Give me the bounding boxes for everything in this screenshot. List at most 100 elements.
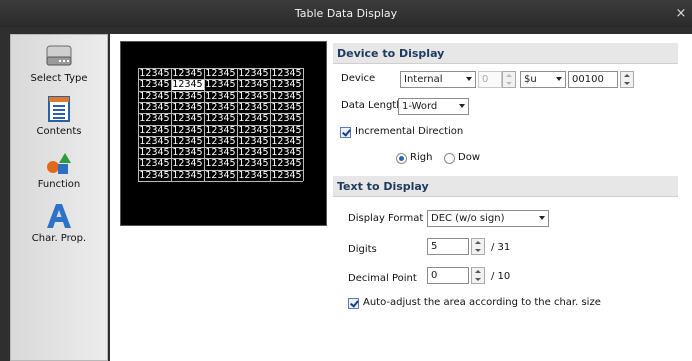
address-input[interactable]: 00100 (568, 71, 618, 88)
section-header-text: Text to Display (333, 176, 678, 197)
table-cell: 12345 (205, 169, 236, 181)
sidebar-item-select-type[interactable]: Select Type (11, 41, 107, 84)
grid-line (138, 124, 303, 126)
device-type-select[interactable]: Internal (400, 71, 476, 88)
sidebar-item-label: Function (37, 179, 81, 190)
digits-value: 5 (431, 241, 438, 252)
table-cell: 12345 (139, 158, 170, 170)
table-cell: 12345 (139, 124, 170, 136)
device-number-value: 0 (482, 74, 489, 85)
table-cell: 12345 (238, 169, 269, 181)
table-cell: 12345 (271, 124, 302, 136)
grid-line (138, 68, 303, 69)
close-icon[interactable]: × (674, 0, 688, 27)
grid-line (270, 68, 271, 181)
data-length-select[interactable]: 1-Word (398, 98, 469, 115)
table-cell: 12345 (139, 169, 170, 181)
table-cell: 12345 (139, 79, 170, 91)
down-arrow-icon (475, 278, 481, 281)
letter-a-icon (47, 204, 71, 228)
chevron-down-icon (556, 77, 562, 81)
auto-adjust-label: Auto-adjust the area according to the ch… (363, 297, 601, 308)
grid-line (138, 181, 303, 182)
table-cell: 12345 (172, 101, 203, 113)
sidebar-item-label: Contents (36, 126, 82, 137)
table-cell: 12345 (238, 68, 269, 79)
chevron-down-icon (466, 77, 472, 81)
decimal-point-max: / 10 (491, 271, 511, 282)
table-preview: 12345 12345 12345 12345 12345 12345 12345 12345… (120, 41, 327, 226)
device-prefix-value: $u (524, 74, 537, 85)
table-cell: 12345 (171, 79, 204, 91)
display-format-value: DEC (w/o sign) (431, 213, 505, 224)
direction-down-radio[interactable] (444, 153, 455, 164)
table-cell: 12345 (205, 113, 236, 125)
table-cell: 12345 (139, 147, 170, 159)
direction-right-label: Righ (410, 152, 433, 163)
table-cell: 12345 (271, 135, 302, 147)
table-cell: 12345 (205, 135, 236, 147)
address-stepper[interactable] (620, 71, 634, 88)
device-prefix-select[interactable]: $u (520, 71, 566, 88)
table-cell: 12345 (238, 101, 269, 113)
chevron-down-icon (539, 216, 545, 220)
table-cell: 12345 (238, 113, 269, 125)
incremental-direction-checkbox[interactable] (340, 127, 351, 138)
up-arrow-icon (475, 270, 481, 273)
table-cell: 12345 (205, 101, 236, 113)
table-cell: 12345 (139, 68, 170, 79)
table-cell: 12345 (205, 79, 236, 91)
auto-adjust-checkbox[interactable] (348, 298, 359, 309)
display-format-label: Display Format (348, 213, 424, 224)
grid-line (138, 68, 139, 181)
table-cell: 12345 (238, 158, 269, 170)
decimal-point-stepper[interactable] (471, 267, 485, 284)
grid-line (138, 90, 303, 92)
table-cell: 12345 (205, 90, 236, 102)
table-cell: 12345 (238, 79, 269, 91)
table-cell: 12345 (238, 90, 269, 102)
table-cell: 12345 (271, 79, 302, 91)
table-icon (48, 96, 70, 122)
table-cell: 12345 (238, 135, 269, 147)
device-label: Device (341, 73, 376, 84)
sidebar-item-label: Select Type (30, 73, 88, 84)
table-cell: 12345 (139, 90, 170, 102)
table-cell: 12345 (205, 124, 236, 136)
grid-line (237, 68, 238, 181)
digits-input[interactable]: 5 (427, 238, 469, 255)
table-cell: 12345 (271, 101, 302, 113)
table-cell: 12345 (271, 169, 302, 181)
device-number-stepper (502, 71, 516, 88)
table-cell: 12345 (139, 135, 170, 147)
direction-right-radio[interactable] (396, 153, 407, 164)
data-length-value: 1-Word (402, 101, 438, 112)
address-value: 00100 (572, 74, 604, 85)
table-cell: 12345 (271, 158, 302, 170)
table-cell: 12345 (271, 90, 302, 102)
up-arrow-icon (475, 241, 481, 244)
table-cell: 12345 (172, 90, 203, 102)
sidebar-item-function[interactable]: Function (11, 149, 107, 190)
digits-max: / 31 (491, 242, 511, 253)
decimal-point-value: 0 (431, 270, 438, 281)
table-cell: 12345 (172, 158, 203, 170)
sidebar-item-contents[interactable]: Contents (11, 94, 107, 137)
grid-line (204, 68, 205, 181)
table-cell: 12345 (172, 113, 203, 125)
display-format-select[interactable]: DEC (w/o sign) (427, 210, 549, 227)
window-titlebar: Table Data Display × (0, 0, 692, 27)
table-cell: 12345 (205, 147, 236, 159)
grid-line (138, 169, 303, 171)
down-arrow-icon (624, 82, 630, 85)
table-cell: 12345 (172, 124, 203, 136)
up-arrow-icon (624, 74, 630, 77)
window-title: Table Data Display (294, 7, 398, 20)
grid-line (171, 68, 172, 181)
table-cell: 12345 (172, 169, 203, 181)
decimal-point-input[interactable]: 0 (427, 267, 469, 284)
digits-stepper[interactable] (471, 238, 485, 255)
grid-line (138, 113, 303, 115)
grid-line (138, 101, 303, 103)
sidebar-item-char-prop[interactable]: Char. Prop. (11, 201, 107, 244)
